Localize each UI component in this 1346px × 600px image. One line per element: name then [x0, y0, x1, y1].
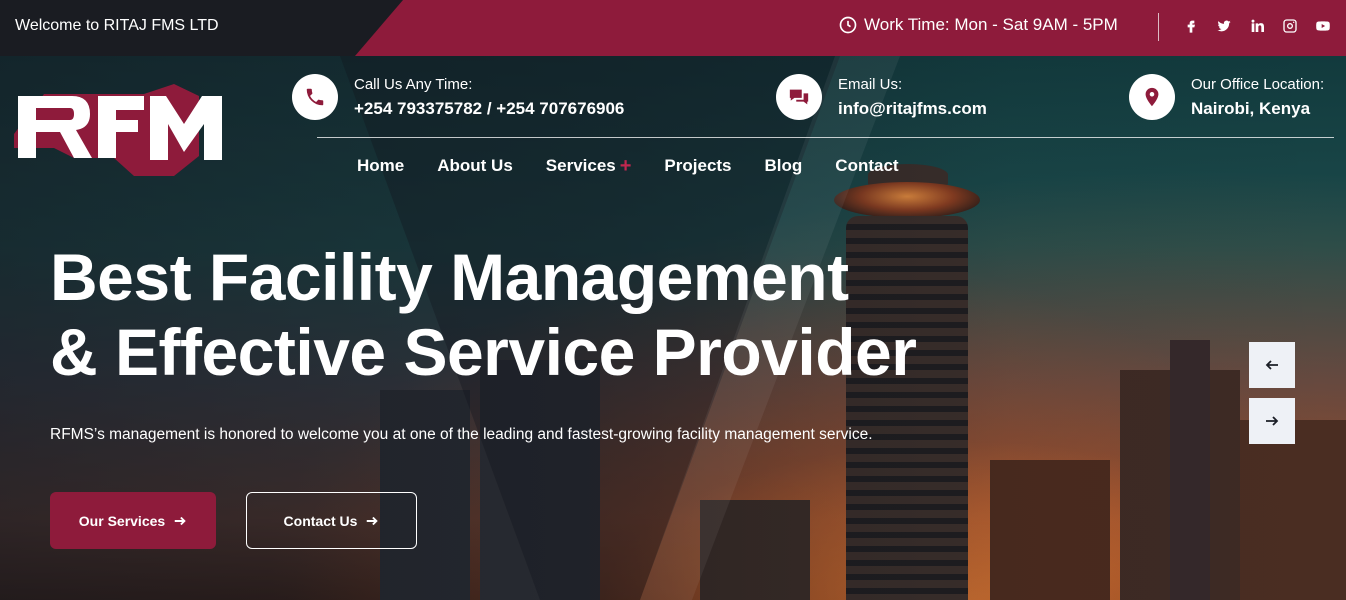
contact-us-button[interactable]: Contact Us	[246, 492, 417, 549]
office-info: Our Office Location: Nairobi, Kenya	[1129, 74, 1324, 120]
divider	[1158, 13, 1159, 41]
arrow-left-icon	[1265, 360, 1278, 370]
location-pin-icon	[1145, 87, 1159, 107]
phone-label: Call Us Any Time:	[354, 76, 473, 93]
rfm-logo[interactable]	[14, 74, 224, 178]
email-info: Email Us: info@ritajfms.com	[776, 74, 987, 120]
hero-subtext: RFMS’s management is honored to welcome …	[50, 426, 873, 443]
our-services-button[interactable]: Our Services	[50, 492, 216, 549]
nav-contact[interactable]: Contact	[835, 156, 898, 176]
hero-headline: Best Facility Management & Effective Ser…	[50, 240, 950, 390]
chat-icon-circle	[776, 74, 822, 120]
nav-blog[interactable]: Blog	[765, 156, 803, 176]
phone-info: Call Us Any Time: +254 793375782 / +254 …	[292, 74, 624, 120]
nav-about-us[interactable]: About Us	[437, 156, 513, 176]
contact-us-label: Contact Us	[283, 512, 358, 529]
youtube-icon[interactable]	[1314, 17, 1332, 35]
nav-services-label: Services	[545, 156, 616, 175]
hero-headline-line1: Best Facility Management	[50, 240, 849, 314]
arrow-right-icon	[174, 516, 186, 525]
phone-value[interactable]: +254 793375782 / +254 707676906	[354, 99, 624, 119]
header-divider	[317, 137, 1334, 138]
nav-services[interactable]: Services +	[546, 156, 632, 176]
nav-projects[interactable]: Projects	[664, 156, 731, 176]
chat-icon	[789, 89, 809, 105]
email-value[interactable]: info@ritajfms.com	[838, 99, 987, 119]
slider-prev-button[interactable]	[1249, 342, 1295, 388]
nav-home[interactable]: Home	[357, 156, 404, 176]
office-value: Nairobi, Kenya	[1191, 99, 1311, 118]
slider-next-button[interactable]	[1249, 398, 1295, 444]
social-links	[1182, 17, 1332, 35]
office-label: Our Office Location:	[1191, 76, 1325, 93]
welcome-text: Welcome to RITAJ FMS LTD	[15, 17, 219, 34]
location-icon-circle	[1129, 74, 1175, 120]
plus-icon: +	[619, 155, 632, 177]
clock-icon	[839, 16, 857, 34]
instagram-icon[interactable]	[1281, 17, 1299, 35]
our-services-label: Our Services	[78, 512, 166, 529]
arrow-right-icon	[1266, 416, 1279, 426]
twitter-icon[interactable]	[1215, 17, 1233, 35]
facebook-icon[interactable]	[1182, 17, 1200, 35]
phone-icon-circle	[292, 74, 338, 120]
hero-headline-line2: & Effective Service Provider	[50, 315, 917, 389]
phone-icon	[306, 88, 324, 106]
work-time: Work Time: Mon - Sat 9AM - 5PM	[838, 15, 1118, 35]
arrow-right-icon	[367, 516, 379, 525]
work-time-text: Work Time: Mon - Sat 9AM - 5PM	[864, 15, 1118, 34]
linkedin-icon[interactable]	[1248, 17, 1266, 35]
main-nav: Home About Us Services + Projects Blog Co…	[357, 156, 899, 176]
email-label: Email Us:	[838, 76, 903, 93]
top-bar: Welcome to RITAJ FMS LTD Work Time: Mon …	[0, 0, 1346, 56]
